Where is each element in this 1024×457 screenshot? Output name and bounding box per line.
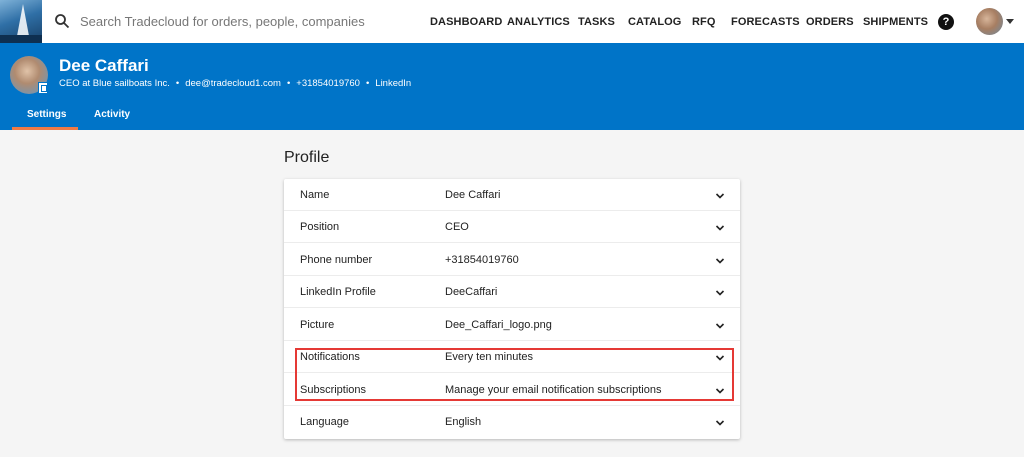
chevron-down-icon[interactable] [715,191,725,201]
logo-sail [17,4,29,36]
row-label: Language [300,416,349,428]
chevron-down-icon[interactable] [715,386,725,396]
profile-row-linkedin[interactable]: LinkedIn Profile DeeCaffari [284,276,740,308]
tab-activity[interactable]: Activity [94,109,130,120]
row-label: Subscriptions [300,384,367,396]
profile-row-position[interactable]: Position CEO [284,211,740,243]
profile-row-name[interactable]: Name Dee Caffari [284,179,740,211]
linkedin-badge-icon [38,82,48,94]
profile-row-language[interactable]: Language English [284,406,740,438]
tab-settings[interactable]: Settings [27,109,66,120]
chevron-down-icon[interactable] [715,256,725,266]
row-value: Dee Caffari [445,189,501,201]
user-avatar[interactable] [976,8,1003,35]
profile-row-subscriptions[interactable]: Subscriptions Manage your email notifica… [284,374,740,406]
chevron-down-icon[interactable] [715,223,725,233]
chevron-down-icon[interactable] [715,418,725,428]
row-value: English [445,416,482,428]
separator-dot: • [365,78,370,89]
nav-forecasts[interactable]: FORECASTS [731,16,800,28]
row-label: Position [300,221,340,233]
row-value: CEO [445,221,469,233]
nav-catalog[interactable]: CATALOG [628,16,681,28]
separator-dot: • [175,78,180,89]
help-icon[interactable]: ? [938,14,954,30]
chevron-down-icon[interactable] [715,288,725,298]
profile-phone[interactable]: +31854019760 [296,78,360,89]
profile-name: Dee Caffari [59,56,149,75]
row-value: DeeCaffari [445,286,498,298]
profile-header: Dee Caffari CEO at Blue sailboats Inc. •… [0,43,1024,130]
row-label: LinkedIn Profile [300,286,376,298]
row-label: Picture [300,319,335,331]
row-value: +31854019760 [445,254,519,266]
profile-row-phone[interactable]: Phone number +31854019760 [284,244,740,276]
logo-sea [0,35,42,43]
row-label: Phone number [300,254,373,266]
top-bar: DASHBOARD ANALYTICS TASKS CATALOG RFQ FO… [0,0,1024,43]
profile-meta: CEO at Blue sailboats Inc. • dee@tradecl… [59,78,411,89]
section-title: Profile [284,149,330,166]
chevron-down-icon[interactable] [715,321,725,331]
profile-linkedin-link[interactable]: LinkedIn [375,78,411,89]
chevron-down-icon[interactable] [1006,19,1014,24]
nav-analytics[interactable]: ANALYTICS [507,16,570,28]
profile-card: Name Dee Caffari Position CEO Phone numb… [284,179,740,439]
profile-email[interactable]: dee@tradecloud1.com [185,78,281,89]
nav-shipments[interactable]: SHIPMENTS [863,16,928,28]
row-label: Notifications [300,351,360,363]
profile-row-picture[interactable]: Picture Dee_Caffari_logo.png [284,309,740,341]
row-value: Dee_Caffari_logo.png [445,319,552,331]
separator-dot: • [286,78,291,89]
search-icon [55,14,70,29]
chevron-down-icon[interactable] [715,353,725,363]
nav-rfq[interactable]: RFQ [692,16,716,28]
search-input[interactable] [80,11,400,31]
profile-company: CEO at Blue sailboats Inc. [59,78,170,89]
app-logo[interactable] [0,0,42,43]
nav-dashboard[interactable]: DASHBOARD [430,16,502,28]
active-tab-indicator [12,127,78,130]
profile-row-notifications[interactable]: Notifications Every ten minutes [284,341,740,373]
nav-orders[interactable]: ORDERS [806,16,854,28]
row-label: Name [300,189,330,201]
row-value: Manage your email notification subscript… [445,384,662,396]
nav-tasks[interactable]: TASKS [578,16,615,28]
row-value: Every ten minutes [445,351,534,363]
